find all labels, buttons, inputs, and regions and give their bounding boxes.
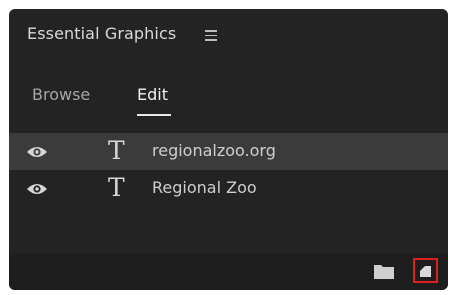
tab-browse[interactable]: Browse (32, 85, 90, 104)
panel-tabs: Browse Edit (9, 85, 448, 121)
layer-name: regionalzoo.org (152, 141, 276, 160)
layer-list: T regionalzoo.org T Regional Zoo (9, 133, 448, 207)
active-tab-indicator (137, 114, 171, 116)
text-layer-icon: T (108, 173, 125, 202)
new-item-icon (420, 266, 431, 277)
tab-edit[interactable]: Edit (137, 85, 168, 104)
essential-graphics-panel: Essential Graphics Browse Edit T regiona… (9, 9, 448, 290)
eye-icon[interactable] (26, 182, 48, 196)
hamburger-menu-icon[interactable] (205, 30, 217, 41)
layer-name: Regional Zoo (152, 178, 257, 197)
layer-row-regional-zoo[interactable]: T Regional Zoo (9, 170, 448, 207)
new-item-button[interactable] (413, 258, 438, 283)
layer-row-regionalzoo-org[interactable]: T regionalzoo.org (9, 133, 448, 170)
panel-header: Essential Graphics (9, 9, 448, 63)
panel-footer (9, 253, 448, 290)
text-layer-icon: T (108, 136, 125, 165)
folder-icon[interactable] (374, 263, 394, 279)
eye-icon[interactable] (26, 145, 48, 159)
panel-title: Essential Graphics (27, 24, 177, 43)
